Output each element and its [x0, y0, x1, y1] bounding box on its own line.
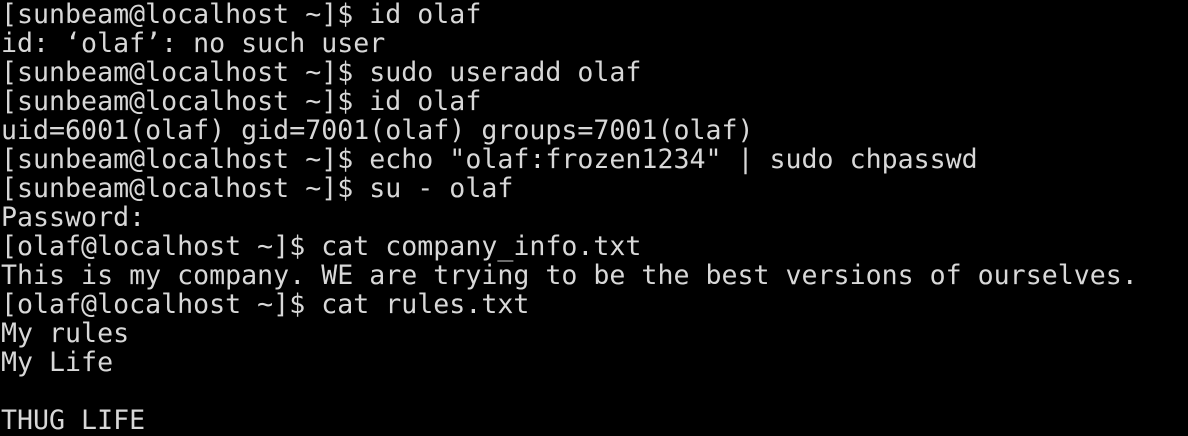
- terminal-line-prompt: [sunbeam@localhost ~]$ su - olaf: [1, 173, 514, 204]
- terminal-line-output: id: ‘olaf’: no such user: [1, 28, 386, 59]
- terminal-line-prompt: [sunbeam@localhost ~]$ id olaf: [1, 86, 482, 117]
- terminal-line-prompt: [sunbeam@localhost ~]$ echo "olaf:frozen…: [1, 144, 978, 175]
- terminal-line-prompt: [sunbeam@localhost ~]$ id olaf: [1, 0, 482, 30]
- terminal-line-prompt: [olaf@localhost ~]$ cat company_info.txt: [1, 231, 642, 262]
- terminal-line-output: My Life: [1, 347, 114, 378]
- terminal-line-output: THUG LIFE: [1, 405, 146, 436]
- terminal-line-prompt: [sunbeam@localhost ~]$ sudo useradd olaf: [1, 57, 642, 88]
- terminal-window[interactable]: [sunbeam@localhost ~]$ id olaf id: ‘olaf…: [0, 0, 1188, 436]
- terminal-line-password-prompt: Password:: [1, 202, 146, 233]
- terminal-line-prompt: [olaf@localhost ~]$ cat rules.txt: [1, 289, 530, 320]
- terminal-line-output: uid=6001(olaf) gid=7001(olaf) groups=700…: [1, 115, 754, 146]
- terminal-line-output: This is my company. WE are trying to be …: [1, 260, 1138, 291]
- terminal-line-output: My rules: [1, 318, 130, 349]
